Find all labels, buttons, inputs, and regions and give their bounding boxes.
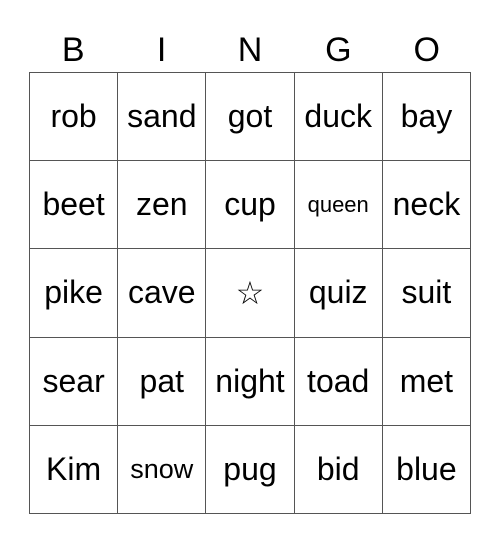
bingo-cell[interactable]: sear	[30, 337, 119, 426]
bingo-cell[interactable]: queen	[294, 161, 383, 250]
header-letter: I	[156, 31, 167, 69]
bingo-cell[interactable]: beet	[30, 161, 119, 250]
bingo-cell[interactable]: pat	[118, 337, 207, 426]
bingo-cell[interactable]: suit	[382, 249, 471, 338]
bingo-header: BINGO	[29, 28, 471, 72]
bingo-cell[interactable]: sand	[118, 73, 207, 162]
bingo-cell[interactable]: night	[206, 337, 295, 426]
bingo-cell[interactable]: got	[206, 73, 295, 162]
bingo-cell[interactable]: cave	[118, 249, 207, 338]
bingo-cell[interactable]: bid	[294, 425, 383, 514]
bingo-cell[interactable]: toad	[294, 337, 383, 426]
bingo-cell[interactable]: pug	[206, 425, 295, 514]
bingo-cell[interactable]: snow	[118, 425, 207, 514]
bingo-cell[interactable]: bay	[382, 73, 471, 162]
bingo-cell[interactable]: cup	[206, 161, 295, 250]
header-letter: B	[61, 31, 85, 69]
bingo-cell[interactable]: quiz	[294, 249, 383, 338]
bingo-cell[interactable]: rob	[30, 73, 119, 162]
bingo-cell[interactable]: blue	[382, 425, 471, 514]
free-space-star-icon[interactable]: ☆	[206, 249, 295, 338]
bingo-grid: rob sand got duck bay beet zen cup queen neck pike…	[29, 72, 471, 514]
bingo-cell[interactable]: pike	[30, 249, 119, 338]
header-letter: G	[325, 31, 352, 69]
bingo-cell[interactable]: neck	[382, 161, 471, 250]
bingo-cell[interactable]: Kim	[30, 425, 119, 514]
bingo-cell[interactable]: met	[382, 337, 471, 426]
bingo-cell[interactable]: duck	[294, 73, 383, 162]
header-letter: O	[413, 31, 440, 69]
bingo-cell[interactable]: zen	[118, 161, 207, 250]
header-letter: N	[237, 31, 263, 69]
